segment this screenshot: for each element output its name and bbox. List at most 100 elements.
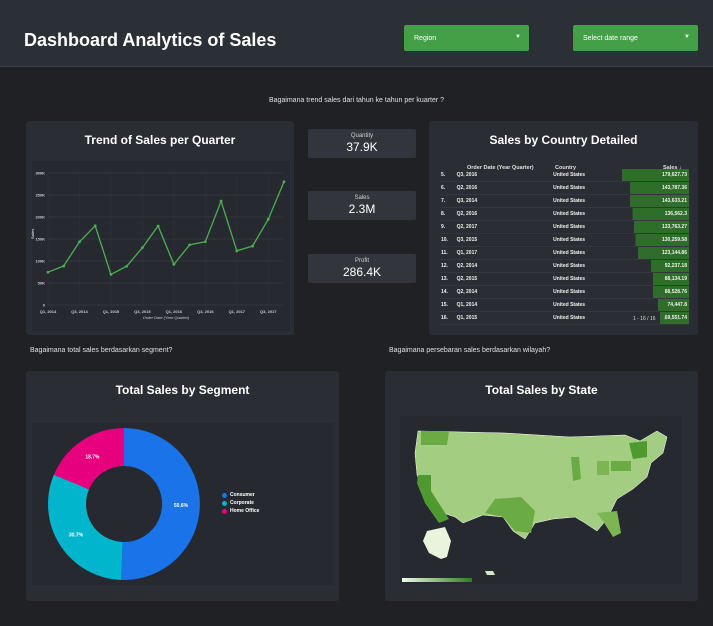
prev-page-icon[interactable]: ‹: [664, 313, 667, 322]
chevron-down-icon: ▼: [515, 34, 521, 40]
row-date: Q1, 2017: [454, 246, 552, 260]
kpi-quantity-value: 37.9K: [346, 140, 378, 154]
y-tick-label: 250K: [35, 193, 45, 198]
legend-corporate: Corporate: [222, 500, 259, 506]
row-date: Q2, 2017: [454, 220, 552, 234]
question-segment: Bagaimana total sales berdasarkan segmen…: [30, 347, 173, 354]
row-country: United States: [551, 259, 623, 273]
data-point: [235, 249, 239, 253]
row-sales: 74,447.8: [622, 298, 689, 312]
date-range-dropdown[interactable]: Select date range ▼: [573, 25, 698, 51]
y-tick-label: 50K: [38, 281, 45, 286]
row-country: United States: [551, 207, 623, 221]
segment-card: Total Sales by Segment 50.6% 30.7% 18.7% C…: [26, 371, 339, 601]
data-point: [266, 217, 270, 221]
data-point: [93, 224, 97, 228]
y-tick-label: 100K: [35, 259, 45, 264]
state-ohio-shape: [597, 461, 609, 475]
row-index: 5.: [439, 169, 455, 182]
country-table-title: Sales by Country Detailed: [489, 133, 638, 147]
map-color-scale: [402, 578, 472, 582]
row-index: 14.: [439, 285, 455, 299]
row-date: Q3, 2015: [454, 233, 552, 247]
row-index: 6.: [439, 181, 455, 195]
x-tick-label: Q3, 2017: [260, 309, 277, 314]
row-sales: 136,562.3: [622, 207, 689, 221]
row-country: United States: [551, 298, 623, 312]
legend-home-office: Home Office: [222, 508, 259, 514]
data-point: [188, 243, 192, 247]
row-country: United States: [551, 272, 623, 286]
kpi-profit: Profit 286.4K: [308, 254, 416, 283]
y-tick-label: 300K: [35, 171, 45, 176]
table-row[interactable]: 7. Q3, 2014 United States 143,633.21: [439, 194, 689, 208]
row-country: United States: [551, 220, 623, 234]
region-dropdown[interactable]: Region ▼: [404, 25, 529, 51]
row-index: 12.: [439, 259, 455, 273]
slice-label: 50.6%: [174, 503, 189, 509]
chevron-down-icon: ▼: [684, 34, 690, 40]
row-index: 8.: [439, 207, 455, 221]
row-sales: 92,237.18: [622, 259, 689, 273]
table-row[interactable]: 13. Q2, 2015 United States 88,134.19: [439, 272, 689, 286]
table-row[interactable]: 14. Q2, 2014 United States 88,528.76: [439, 285, 689, 299]
kpi-profit-value: 286.4K: [342, 265, 382, 279]
table-row[interactable]: 12. Q2, 2014 United States 92,237.18: [439, 259, 689, 273]
row-sales: 88,134.19: [622, 272, 689, 286]
row-country: United States: [551, 169, 623, 182]
slice-label: 18.7%: [85, 455, 100, 461]
date-range-dropdown-label: Select date range: [583, 35, 638, 42]
x-tick-label: Q3, 2015: [134, 309, 151, 314]
table-row[interactable]: 9. Q2, 2017 United States 133,763.27: [439, 220, 689, 234]
row-date: Q2, 2016: [454, 181, 552, 195]
segment-donut-chart: 50.6% 30.7% 18.7%: [32, 423, 333, 585]
segment-legend: Consumer Corporate Home Office: [222, 492, 259, 516]
row-date: Q3, 2016: [454, 169, 552, 182]
kpi-profit-label: Profit: [354, 258, 369, 264]
trend-xlabel: Order Date (Year Quarter): [143, 315, 190, 320]
x-tick-label: Q3, 2014: [71, 309, 88, 314]
x-tick-label: Q3, 2016: [197, 309, 214, 314]
table-row[interactable]: 6. Q2, 2016 United States 143,787.36: [439, 181, 689, 195]
kpi-quantity-label: Quantity: [350, 133, 374, 139]
kpi-quantity: Quantity 37.9K: [308, 129, 416, 158]
row-index: 16.: [439, 311, 455, 325]
country-sales-table: 5. Q3, 2016 United States 179,627.73 6. Q2, 2…: [439, 169, 689, 325]
trend-ylabel: Sales: [30, 228, 35, 239]
row-date: Q2, 2016: [454, 207, 552, 221]
next-page-icon[interactable]: ›: [677, 313, 680, 322]
row-index: 10.: [439, 233, 455, 247]
data-point: [251, 244, 254, 248]
kpi-sales-label: Sales: [354, 195, 370, 201]
data-point: [203, 240, 207, 244]
row-country: United States: [551, 311, 623, 325]
trend-line-chart: 050K100K150K200K250K300K Q1, 2014 Q3, 201…: [30, 161, 290, 331]
row-sales: 179,627.73: [622, 169, 689, 182]
question-trend: Bagaimana trend sales dari tahun ke tahu…: [268, 97, 445, 104]
x-tick-label: Q1, 2014: [40, 309, 57, 314]
row-sales: 130,259.58: [622, 233, 689, 247]
row-country: United States: [551, 246, 623, 260]
row-country: United States: [551, 285, 623, 299]
table-row[interactable]: 15. Q1, 2014 United States 74,447.8: [439, 298, 689, 312]
y-tick-label: 200K: [35, 215, 45, 220]
table-row[interactable]: 11. Q1, 2017 United States 123,144.86: [439, 246, 689, 260]
table-row[interactable]: 5. Q3, 2016 United States 179,627.73: [439, 169, 689, 182]
country-table-card: Sales by Country Detailed Order Date (Ye…: [429, 121, 698, 335]
row-date: Q2, 2014: [454, 285, 552, 299]
x-tick-label: Q1, 2016: [166, 309, 183, 314]
row-sales: 123,144.86: [622, 246, 689, 260]
legend-consumer: Consumer: [222, 492, 259, 498]
table-row[interactable]: 10. Q3, 2015 United States 130,259.58: [439, 233, 689, 247]
data-point: [141, 246, 144, 250]
table-row[interactable]: 8. Q2, 2016 United States 136,562.3: [439, 207, 689, 221]
page-title: Dashboard Analytics of Sales: [24, 30, 277, 50]
x-tick-label: Q1, 2017: [229, 309, 246, 314]
x-tick-label: Q1, 2015: [103, 309, 120, 314]
trend-card: Trend of Sales per Quarter 0 50K 100K 150K 2…: [26, 121, 294, 335]
state-washington-shape: [421, 431, 449, 445]
pagination-label: 1 - 16 / 16: [633, 316, 656, 322]
data-point: [62, 264, 66, 268]
row-sales: 88,528.76: [622, 285, 689, 299]
header-bar: Dashboard Analytics of Sales Region ▼ Se…: [0, 0, 713, 67]
